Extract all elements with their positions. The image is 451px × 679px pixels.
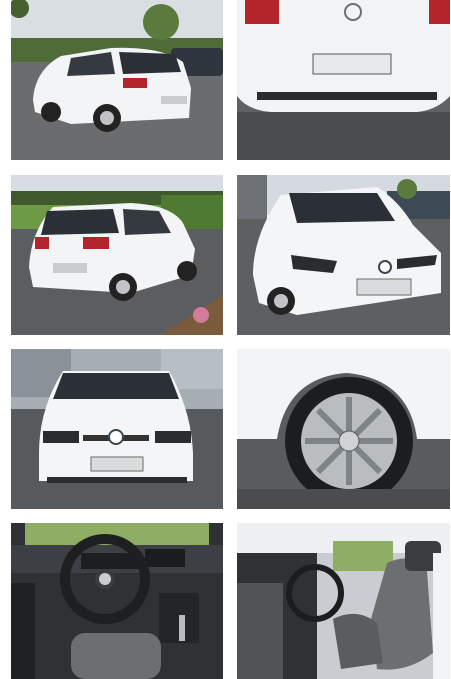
car-front-three-quarter-image <box>237 175 450 335</box>
car-rear-close-up-image <box>237 0 450 160</box>
photo-tile-front-three-quarter[interactable]: front-three-quarter-left <box>237 175 450 335</box>
photo-tile-front-seats[interactable]: front-seats-interior <box>237 523 450 679</box>
dashboard-interior-image <box>11 523 223 679</box>
alloy-wheel-image <box>237 349 450 509</box>
front-seats-interior-image <box>237 523 450 679</box>
photo-tile-rear-close-up[interactable]: rear-close-up <box>237 0 450 160</box>
car-front-view-image <box>11 349 223 509</box>
photo-tile-dashboard[interactable]: dashboard-interior <box>11 523 223 679</box>
photo-tile-front-view[interactable]: front-view <box>11 349 223 509</box>
car-rear-three-quarter-image <box>11 0 223 160</box>
photo-tile-alloy-wheel[interactable]: alloy-wheel <box>237 349 450 509</box>
photo-tile-rear-three-quarter[interactable]: rear-three-quarter-left <box>11 0 223 160</box>
photo-gallery: rear-three-quarter-left rear-close-up <box>0 0 451 679</box>
car-rear-parking-image <box>11 175 223 335</box>
photo-tile-rear-parking[interactable]: rear-three-quarter-left-parking <box>11 175 223 335</box>
